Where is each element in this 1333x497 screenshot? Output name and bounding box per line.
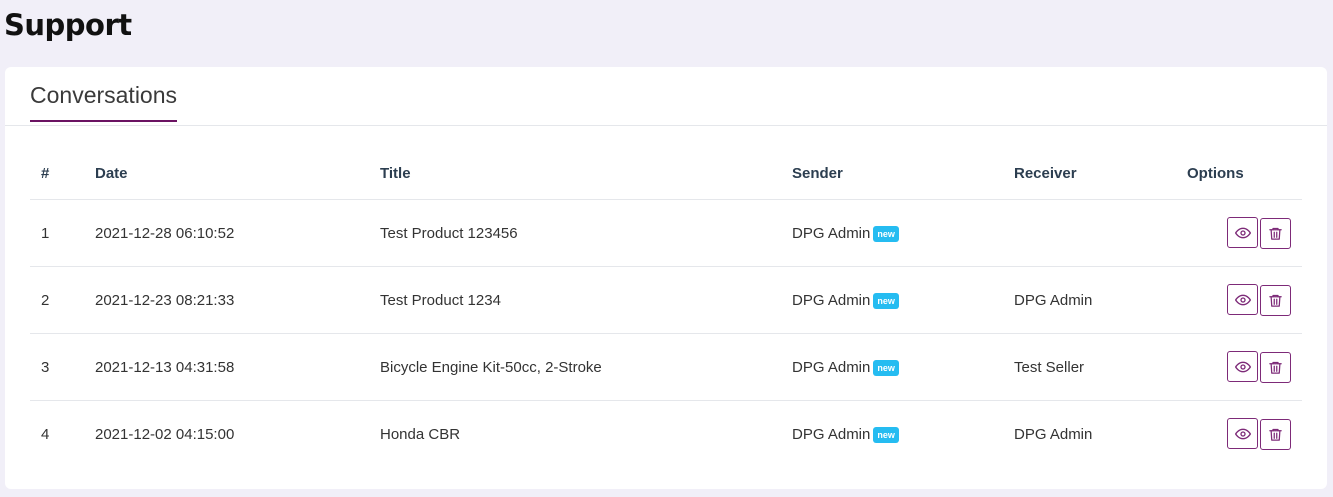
row-sender-cell: DPG Admin new [781, 266, 1003, 334]
column-header-receiver: Receiver [1003, 147, 1176, 200]
row-options [1176, 401, 1302, 468]
row-date: 2021-12-23 08:21:33 [84, 266, 369, 334]
table-header-row: # Date Title Sender Receiver Options [30, 147, 1302, 200]
view-button[interactable] [1227, 284, 1258, 316]
row-number: 2 [30, 266, 84, 334]
row-title: Bicycle Engine Kit-50cc, 2-Stroke [369, 333, 781, 401]
card-header: Conversations [5, 67, 1327, 126]
row-title: Honda CBR [380, 425, 461, 443]
view-button[interactable] [1227, 418, 1258, 450]
row-receiver: DPG Admin [1014, 425, 1093, 443]
column-header-sender: Sender [781, 147, 1003, 200]
row-receiver: DPG Admin [1003, 266, 1176, 334]
table-row: 4 2021-12-02 04:15:00 Honda CBR DPG Admin ne… [30, 401, 1302, 468]
row-sender: DPG Admin [792, 224, 871, 242]
row-title: Test Product 1234 [369, 266, 781, 334]
row-sender: DPG Admin [792, 425, 871, 443]
delete-button[interactable] [1260, 418, 1291, 450]
view-button[interactable] [1227, 217, 1258, 249]
delete-button[interactable] [1260, 351, 1291, 383]
row-number: 3 [30, 333, 84, 401]
column-header-options: Options [1176, 147, 1302, 200]
row-date: 2021-12-13 04:31:58 [84, 333, 369, 401]
new-badge: new [873, 292, 899, 309]
eye-icon [1234, 426, 1251, 442]
row-number: 4 [41, 425, 50, 443]
row-sender: DPG Admin [792, 358, 871, 376]
row-options [1176, 199, 1302, 267]
row-sender-cell: DPG Admin new [781, 401, 1003, 468]
trash-icon [1268, 427, 1283, 442]
delete-button[interactable] [1260, 217, 1291, 249]
row-title: Test Product 123456 [369, 199, 781, 267]
table-row: 3 2021-12-13 04:31:58 Bicycle Engine Kit-5… [30, 333, 1302, 401]
trash-icon [1268, 360, 1283, 375]
page-title: Support [4, 8, 132, 42]
row-options [1176, 333, 1302, 401]
row-receiver: Test Seller [1003, 333, 1176, 401]
trash-icon [1268, 293, 1283, 308]
column-header-title: Title [369, 147, 781, 200]
new-badge: new [873, 225, 899, 242]
table-row: 1 2021-12-28 06:10:52 Test Product 123456 D… [30, 199, 1302, 267]
eye-icon [1234, 292, 1251, 308]
row-sender-cell: DPG Admin new [781, 199, 1003, 267]
column-header-date: Date [84, 147, 369, 200]
column-header-number: # [30, 147, 84, 200]
row-options [1176, 266, 1302, 334]
delete-button[interactable] [1260, 284, 1291, 316]
row-number: 1 [30, 199, 84, 267]
row-date: 2021-12-28 06:10:52 [84, 199, 369, 267]
tab-conversations[interactable]: Conversations [30, 82, 178, 122]
trash-icon [1268, 226, 1283, 241]
new-badge: new [873, 359, 899, 376]
conversations-card: Conversations # Date Title Sender Receiv… [5, 67, 1327, 489]
row-receiver [1003, 199, 1176, 267]
new-badge: new [873, 426, 899, 443]
eye-icon [1234, 225, 1251, 241]
row-sender-cell: DPG Admin new [781, 333, 1003, 401]
row-date: 2021-12-02 04:15:00 [95, 425, 235, 443]
table-row: 2 2021-12-23 08:21:33 Test Product 1234 DPG… [30, 266, 1302, 334]
conversations-table: # Date Title Sender Receiver Options 1 20… [30, 147, 1302, 467]
eye-icon [1234, 359, 1251, 375]
row-sender: DPG Admin [792, 291, 871, 309]
view-button[interactable] [1227, 351, 1258, 383]
